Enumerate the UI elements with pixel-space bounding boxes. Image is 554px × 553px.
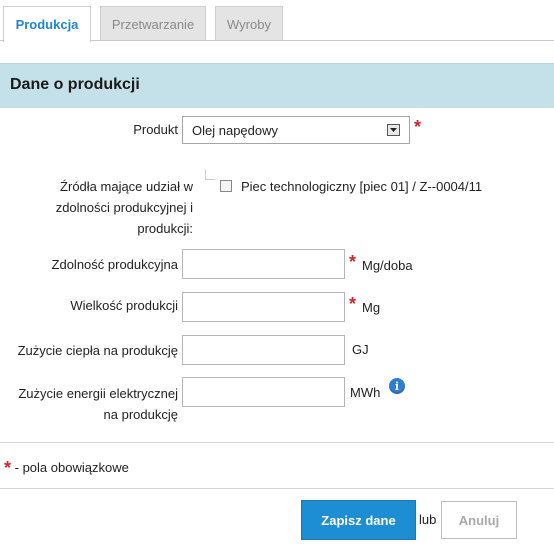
section-header: Dane o produkcji: [0, 63, 554, 108]
electricity-label: Zużycie energii elektrycznej na produkcj…: [0, 383, 178, 425]
divider: [0, 488, 554, 489]
info-icon[interactable]: i: [389, 378, 405, 394]
electricity-input[interactable]: [182, 377, 345, 407]
capacity-unit: Mg/doba: [362, 258, 413, 273]
production-unit: Mg: [362, 300, 381, 315]
electricity-label-line: na produkcję: [103, 407, 178, 422]
source-checkbox[interactable]: [220, 180, 232, 192]
required-mark: *: [349, 252, 357, 272]
sources-label-line: Źródła mające udział w: [60, 179, 193, 194]
or-text: lub: [419, 512, 437, 527]
required-note-text: - pola obowiązkowe: [14, 460, 129, 475]
required-mark: *: [349, 294, 357, 314]
heat-unit: GJ: [352, 342, 369, 357]
heat-label: Zużycie ciepła na produkcję: [17, 343, 178, 358]
save-button[interactable]: Zapisz dane: [301, 500, 416, 540]
production-input[interactable]: [182, 292, 345, 322]
tree-connector: [205, 170, 215, 180]
product-label: Produkt: [133, 122, 178, 137]
sources-label-line: produkcji:: [137, 221, 193, 236]
capacity-label: Zdolność produkcyjna: [51, 257, 178, 272]
sources-label-line: zdolności produkcyjnej i: [55, 200, 193, 215]
production-label: Wielkość produkcji: [70, 298, 178, 313]
chevron-down-icon[interactable]: [387, 124, 400, 136]
required-mark: *: [414, 117, 422, 137]
product-select-value: Olej napędowy: [192, 123, 278, 138]
section-title: Dane o produkcji: [10, 76, 140, 93]
tab-bar: Produkcja Przetwarzanie Wyroby: [0, 0, 554, 42]
source-checkbox-label[interactable]: Piec technologiczny [piec 01] / Z--0004/…: [241, 176, 482, 197]
heat-input[interactable]: [182, 335, 345, 365]
electricity-label-line: Zużycie energii elektrycznej: [18, 386, 178, 401]
tab-produkcja[interactable]: Produkcja: [3, 6, 91, 42]
electricity-unit: MWh: [350, 385, 381, 400]
required-note: * - pola obowiązkowe: [4, 456, 129, 478]
sources-label: Źródła mające udział w zdolności produkc…: [20, 176, 193, 239]
cancel-button[interactable]: Anuluj: [441, 501, 517, 539]
divider: [0, 442, 554, 443]
tab-wyroby[interactable]: Wyroby: [215, 6, 283, 41]
required-mark: *: [4, 458, 12, 478]
tab-przetwarzanie[interactable]: Przetwarzanie: [100, 6, 206, 41]
product-select[interactable]: Olej napędowy: [182, 116, 410, 144]
capacity-input[interactable]: [182, 249, 345, 279]
